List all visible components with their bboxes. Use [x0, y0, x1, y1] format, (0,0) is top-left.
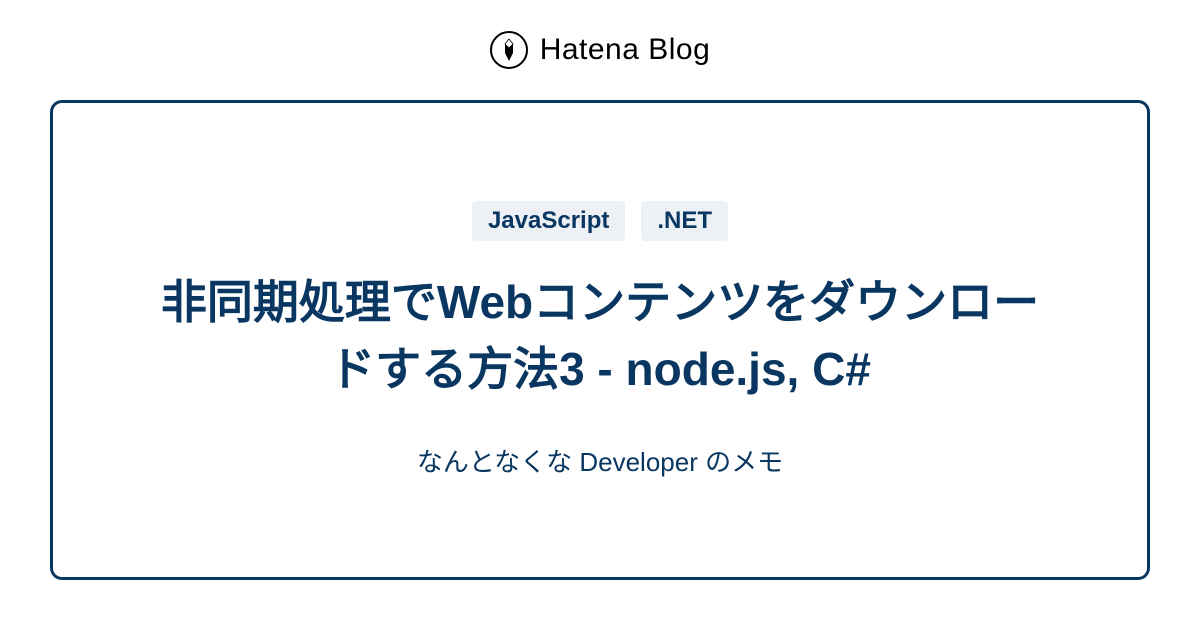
tag: .NET: [641, 201, 728, 241]
blog-name: なんとなくな Developer のメモ: [417, 442, 783, 479]
hatena-logo-icon: [490, 31, 528, 69]
article-card: JavaScript .NET 非同期処理でWebコンテンツをダウンロードする方…: [50, 100, 1150, 580]
logo-text: Hatena Blog: [540, 33, 711, 67]
article-title: 非同期処理でWebコンテンツをダウンロードする方法3 - node.js, C#: [140, 269, 1060, 402]
header: Hatena Blog: [0, 0, 1200, 100]
tag-list: JavaScript .NET: [472, 201, 728, 241]
tag: JavaScript: [472, 201, 625, 241]
